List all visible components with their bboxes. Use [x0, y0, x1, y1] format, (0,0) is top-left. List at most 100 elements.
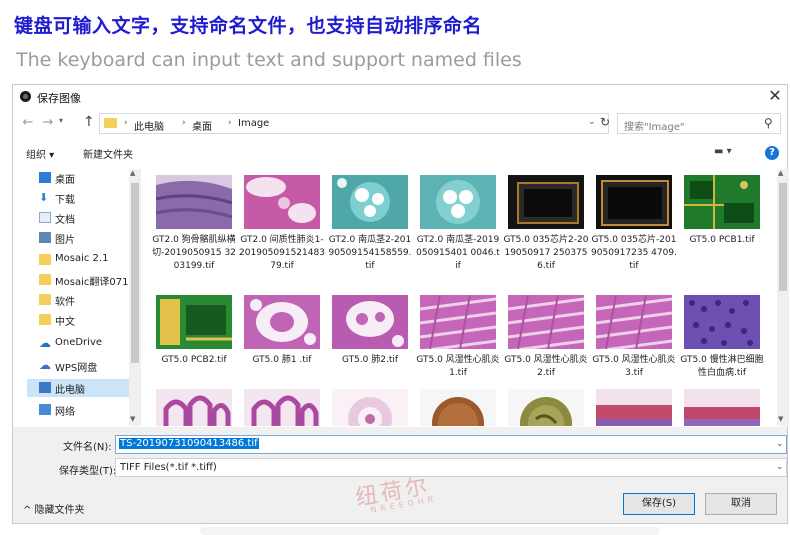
recent-locations-icon[interactable]: ▾ [59, 116, 63, 125]
file-thumbnail [508, 389, 584, 426]
file-name: GT2.0 狗骨骼肌纵横切-2019050915 3203199.tif [152, 235, 236, 271]
hide-folders-toggle[interactable]: ^ 隐藏文件夹 [23, 501, 85, 516]
nav-item[interactable]: 中文 [27, 311, 141, 329]
nav-item-label: Mosaic 2.1 [55, 253, 109, 264]
cloud-icon: ☁ [39, 336, 51, 350]
folder-icon [39, 254, 51, 265]
file-thumbnail [684, 295, 760, 349]
document-icon [39, 212, 51, 223]
nav-item-label: OneDrive [55, 337, 103, 348]
file-thumbnail [596, 175, 672, 229]
save-image-dialog: 保存图像 ✕ ← → ▾ ↑ › 此电脑 › 桌面 › Image ⌄ ↻ 搜索… [12, 84, 789, 524]
navigation-pane: 桌面📌 ⬇下载📌 文档📌 图片📌 Mosaic 2.1 Mosaic翻译071 软件中文 ☁ O… [27, 169, 141, 426]
refresh-icon[interactable]: ↻ [600, 115, 610, 129]
file-thumbnail [244, 295, 320, 349]
breadcrumb-this-pc[interactable]: 此电脑 [134, 118, 164, 133]
nav-item[interactable]: ☁ WPS网盘 [27, 357, 141, 375]
nav-item-label: Mosaic翻译071 [55, 277, 129, 288]
nav-item-label: 图片 [55, 235, 75, 246]
scrollbar-thumb[interactable] [779, 183, 787, 291]
new-folder-button[interactable]: 新建文件夹 [83, 146, 133, 161]
folder-icon [39, 274, 51, 285]
nav-item[interactable]: ☁ OneDrive [27, 335, 141, 353]
nav-item-label: 网络 [55, 407, 75, 418]
folder-icon [104, 118, 117, 128]
file-thumbnail [508, 175, 584, 229]
organize-button[interactable]: 组织 ▾ [26, 146, 54, 161]
scrollbar-thumb[interactable] [131, 183, 139, 363]
scroll-up-icon[interactable]: ▲ [778, 169, 783, 177]
file-thumbnail [156, 175, 232, 229]
toolbar: 组织 ▾ 新建文件夹 ▬ ▾ ? [13, 142, 787, 164]
chevron-right-icon[interactable]: › [124, 118, 128, 128]
breadcrumb-desktop[interactable]: 桌面 [192, 118, 212, 133]
search-icon[interactable]: ⚲ [764, 116, 773, 130]
file-thumbnail [156, 295, 232, 349]
bottom-fade [200, 527, 660, 535]
filename-field[interactable]: TS-20190731090413486.tif ⌄ [115, 435, 787, 454]
file-thumbnail [332, 175, 408, 229]
nav-item[interactable]: ⬇下载📌 [27, 189, 141, 207]
nav-item[interactable]: 网络 [27, 401, 141, 419]
breadcrumb-image[interactable]: Image [238, 118, 269, 129]
pictures-icon [39, 232, 51, 243]
scroll-up-icon[interactable]: ▲ [130, 169, 135, 177]
help-icon[interactable]: ? [765, 146, 779, 160]
file-thumbnail [508, 295, 584, 349]
nav-item[interactable]: 图片📌 [27, 229, 141, 247]
file-grid: GT2.0 狗骨骼肌纵横切-2019050915 3203199.tif GT2.… [151, 169, 777, 426]
file-thumbnail [684, 175, 760, 229]
file-thumbnail [684, 389, 760, 426]
folder-icon [39, 294, 51, 305]
file-grid-scrollbar[interactable]: ▲ ▼ [777, 169, 789, 426]
file-name: GT5.0 肺2.tif [341, 355, 399, 365]
file-name: GT5.0 035芯片-2019050917235 4709.tif [591, 235, 677, 271]
filename-value[interactable]: TS-20190731090413486.tif [119, 438, 259, 449]
computer-icon [39, 382, 51, 393]
nav-item-label: 中文 [55, 317, 75, 328]
search-input[interactable]: 搜索"Image" ⚲ [617, 113, 781, 134]
title-bar: 保存图像 ✕ [13, 85, 787, 109]
forward-arrow-icon[interactable]: → [41, 115, 55, 130]
save-button[interactable]: 保存(S) [623, 493, 695, 515]
file-name: GT5.0 035芯片2-2019050917 2503756.tif [503, 235, 589, 271]
chevron-right-icon[interactable]: › [182, 118, 186, 128]
nav-scrollbar[interactable]: ▲ ▼ [129, 169, 141, 426]
chevron-right-icon[interactable]: › [228, 118, 232, 128]
file-thumbnail [420, 175, 496, 229]
nav-item[interactable]: Mosaic翻译071 [27, 271, 141, 289]
nav-item[interactable]: 软件 [27, 291, 141, 309]
nav-item[interactable]: 文档📌 [27, 209, 141, 227]
file-name: GT5.0 风湿性心肌炎2.tif [504, 355, 588, 378]
file-name: GT2.0 间质性肺炎1-20190509152148379.tif [239, 235, 325, 271]
chevron-down-icon[interactable]: ⌄ [776, 462, 784, 472]
filename-label: 文件名(N): [63, 442, 112, 453]
nav-item-label: 文档 [55, 215, 75, 226]
view-options-button[interactable]: ▬ ▾ [714, 146, 732, 157]
scroll-down-icon[interactable]: ▼ [778, 415, 783, 423]
cloud-icon: ☁ [39, 358, 51, 372]
filetype-label: 保存类型(T): [59, 466, 117, 477]
nav-item[interactable]: 桌面📌 [27, 169, 141, 187]
close-button[interactable]: ✕ [765, 86, 785, 106]
file-name: GT5.0 PCB2.tif [161, 355, 227, 365]
back-arrow-icon[interactable]: ← [21, 115, 35, 130]
download-icon: ⬇ [39, 191, 49, 204]
up-arrow-icon[interactable]: ↑ [83, 114, 95, 130]
chevron-down-icon[interactable]: ⌄ [588, 117, 596, 127]
network-icon [39, 404, 51, 415]
scroll-down-icon[interactable]: ▼ [130, 415, 135, 423]
nav-item[interactable]: Mosaic 2.1 [27, 251, 141, 269]
nav-item[interactable]: 此电脑 [27, 379, 141, 397]
file-thumbnail [332, 389, 408, 426]
file-thumbnail [596, 389, 672, 426]
file-thumbnail [596, 295, 672, 349]
folder-icon [39, 314, 51, 325]
file-thumbnail [156, 389, 232, 426]
chevron-down-icon[interactable]: ⌄ [776, 439, 784, 449]
address-bar[interactable]: › 此电脑 › 桌面 › Image ⌄ ↻ [99, 113, 610, 134]
cancel-button[interactable]: 取消 [705, 493, 777, 515]
nav-item-label: 此电脑 [55, 385, 85, 396]
filetype-select[interactable]: TIFF Files(*.tif *.tiff) ⌄ [115, 458, 787, 477]
nav-item-label: WPS网盘 [55, 363, 98, 374]
